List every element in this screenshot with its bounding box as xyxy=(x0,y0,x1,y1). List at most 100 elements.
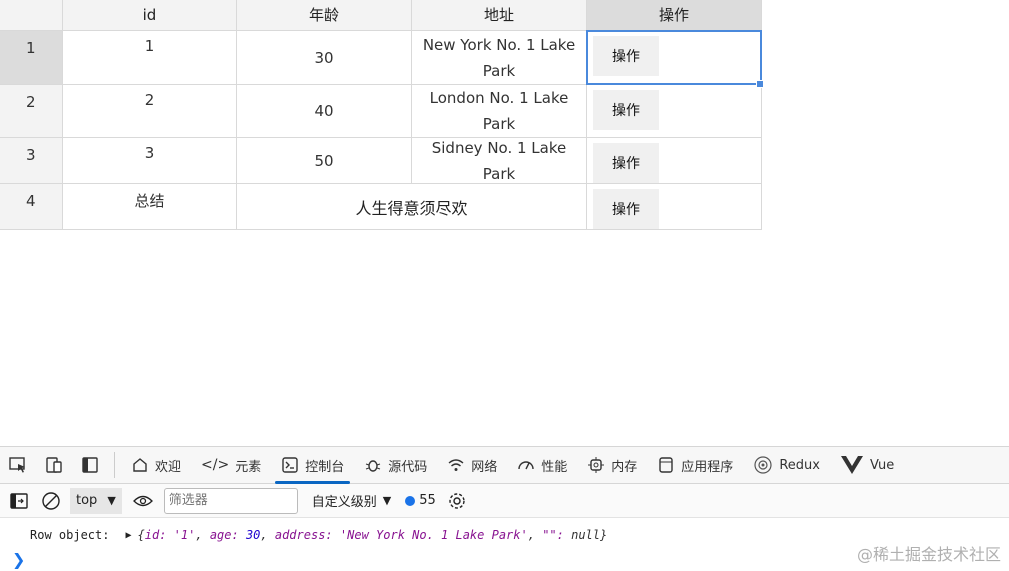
context-selector[interactable]: top ▼ xyxy=(70,487,122,514)
message-icon xyxy=(405,495,416,506)
operation-button[interactable]: 操作 xyxy=(593,90,659,130)
settings-gear-icon[interactable] xyxy=(442,483,472,519)
object-value: '1' xyxy=(173,528,196,542)
column-header-address[interactable]: 地址 xyxy=(412,0,587,30)
tab-label: Vue xyxy=(869,457,895,473)
age-cell[interactable]: 50 xyxy=(237,138,412,183)
id-cell[interactable]: 2 xyxy=(63,85,237,137)
operation-button[interactable]: 操作 xyxy=(593,36,659,76)
tab-memory[interactable]: 内存 xyxy=(577,446,647,484)
tab-network[interactable]: 网络 xyxy=(437,446,507,484)
age-cell[interactable]: 30 xyxy=(237,31,412,84)
tab-label: 网络 xyxy=(471,459,498,475)
operation-cell[interactable]: 操作 xyxy=(587,184,762,229)
operation-cell[interactable]: 操作 xyxy=(587,85,762,137)
row-number[interactable]: 3 xyxy=(0,138,63,183)
operation-button[interactable]: 操作 xyxy=(593,189,659,229)
id-cell[interactable]: 3 xyxy=(63,138,237,183)
fill-handle[interactable] xyxy=(756,80,764,88)
inspect-element-icon[interactable] xyxy=(0,447,36,483)
sidebar-toggle-icon[interactable] xyxy=(6,483,32,519)
app-window-icon xyxy=(659,457,673,473)
log-object[interactable]: {id: '1', age: 30, address: 'New York No… xyxy=(138,528,608,542)
console-prompt-chevron-icon[interactable]: ❯ xyxy=(12,550,25,569)
toolbar-separator xyxy=(114,452,115,478)
tab-label: 内存 xyxy=(611,459,638,475)
bug-icon xyxy=(366,460,381,472)
column-header-operation[interactable]: 操作 xyxy=(587,0,762,30)
tab-label: 元素 xyxy=(235,459,262,475)
log-label: Row object: xyxy=(30,528,110,542)
summary-label-cell[interactable]: 总结 xyxy=(63,184,237,229)
summary-text-cell[interactable]: 人生得意须尽欢 xyxy=(237,184,587,229)
tab-label: 欢迎 xyxy=(155,459,182,475)
object-key: "": xyxy=(542,528,564,542)
devtools-tabbar: 欢迎 </> 元素 控制台 源代码 网络 性能 内存 应用程序 Redux Vu… xyxy=(0,446,1009,484)
id-cell[interactable]: 1 xyxy=(63,31,237,84)
levels-label: 自定义级别 xyxy=(311,495,377,510)
tab-application[interactable]: 应用程序 xyxy=(647,446,743,484)
row-number[interactable]: 2 xyxy=(0,85,63,137)
issues-count: 55 xyxy=(419,493,436,508)
tab-vue[interactable]: Vue xyxy=(830,446,904,484)
redux-icon xyxy=(754,456,772,474)
console-toolbar: top ▼ 自定义级别 ▼ 55 xyxy=(0,484,1009,518)
tab-label: 控制台 xyxy=(305,459,345,475)
object-key: age: xyxy=(209,528,239,542)
address-cell[interactable]: London No. 1 Lake Park xyxy=(412,85,587,137)
age-cell[interactable]: 40 xyxy=(237,85,412,137)
header-row: id 年龄 地址 操作 xyxy=(0,0,762,31)
chip-icon xyxy=(588,457,605,473)
row-number[interactable]: 1 xyxy=(0,31,63,84)
column-header-id[interactable]: id xyxy=(63,0,237,30)
vue-icon xyxy=(840,456,863,474)
table-row: 3 3 50 Sidney No. 1 Lake Park 操作 xyxy=(0,138,762,184)
caret-down-icon: ▼ xyxy=(382,494,392,507)
tab-label: 源代码 xyxy=(388,459,428,475)
object-value: 30 xyxy=(245,528,261,542)
tab-performance[interactable]: 性能 xyxy=(507,446,577,484)
console-log-entry: Row object: ▶ {id: '1', age: 30, address… xyxy=(0,518,1009,542)
operation-cell[interactable]: 操作 xyxy=(587,138,762,183)
device-emulation-icon[interactable] xyxy=(36,447,72,483)
address-cell[interactable]: New York No. 1 Lake Park xyxy=(412,31,587,84)
expand-triangle-icon[interactable]: ▶ xyxy=(125,530,131,541)
object-key: address: xyxy=(274,528,333,542)
operation-cell[interactable]: 操作 xyxy=(587,31,762,84)
tab-console[interactable]: 控制台 xyxy=(271,446,354,484)
brace-close: } xyxy=(600,528,608,542)
column-header-age[interactable]: 年龄 xyxy=(237,0,412,30)
devtools-panel: 欢迎 </> 元素 控制台 源代码 网络 性能 内存 应用程序 Redux Vu… xyxy=(0,446,1009,571)
brace-open: { xyxy=(137,528,145,542)
object-value: null xyxy=(571,528,601,542)
operation-button[interactable]: 操作 xyxy=(593,143,659,183)
tab-label: 应用程序 xyxy=(681,459,734,475)
address-cell[interactable]: Sidney No. 1 Lake Park xyxy=(412,138,587,183)
object-key: id: xyxy=(144,528,167,542)
tab-sources[interactable]: 源代码 xyxy=(354,446,437,484)
context-value: top xyxy=(76,493,98,508)
summary-row: 4 总结 人生得意须尽欢 操作 xyxy=(0,184,762,230)
table-row: 1 1 30 New York No. 1 Lake Park 操作 xyxy=(0,31,762,85)
issues-counter[interactable]: 55 xyxy=(405,493,436,508)
clear-console-icon[interactable] xyxy=(38,483,64,519)
eye-icon[interactable] xyxy=(128,483,158,519)
tab-welcome[interactable]: 欢迎 xyxy=(121,446,191,484)
dock-side-icon[interactable] xyxy=(72,447,108,483)
caret-down-icon: ▼ xyxy=(107,494,116,507)
row-number[interactable]: 4 xyxy=(0,184,63,229)
console-icon xyxy=(282,457,298,473)
object-value: 'New York No. 1 Lake Park' xyxy=(339,528,528,542)
gauge-icon xyxy=(518,461,534,470)
tab-elements[interactable]: </> 元素 xyxy=(191,446,271,484)
code-tag-icon: </> xyxy=(201,457,230,473)
table-row: 2 2 40 London No. 1 Lake Park 操作 xyxy=(0,85,762,138)
table-grid: id 年龄 地址 操作 1 1 30 New York No. 1 Lake P… xyxy=(0,0,762,230)
tab-redux[interactable]: Redux xyxy=(743,446,830,484)
home-icon xyxy=(133,458,147,472)
log-levels-dropdown[interactable]: 自定义级别 ▼ xyxy=(312,491,391,510)
corner-header[interactable] xyxy=(0,0,63,30)
tab-label: Redux xyxy=(779,457,820,473)
wifi-icon xyxy=(448,459,464,471)
filter-input[interactable] xyxy=(163,487,298,514)
